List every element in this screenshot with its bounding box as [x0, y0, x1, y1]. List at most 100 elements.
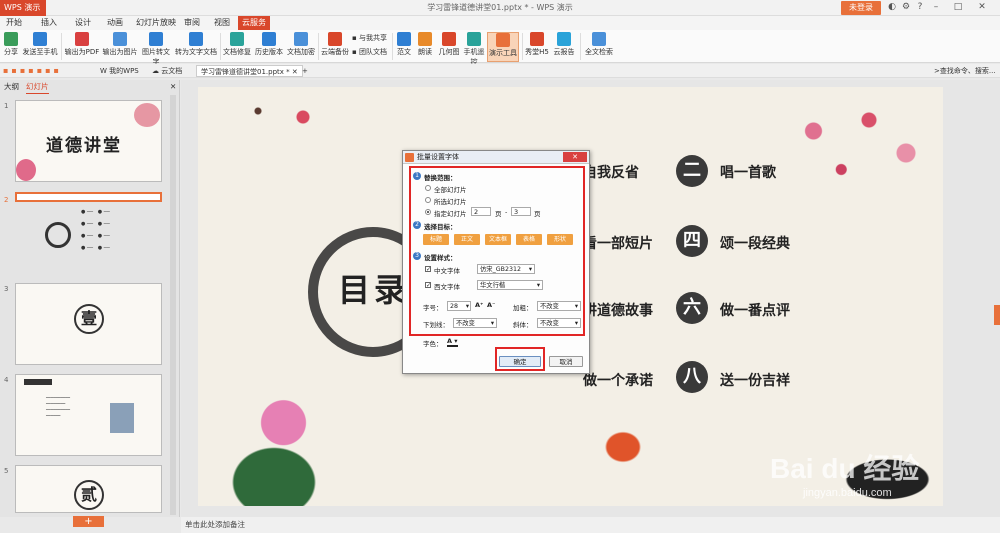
slide-thumbnail-2[interactable]: ● ── ● ── ● ── ● ── ● ── ● ── ● ── ● ──	[15, 192, 162, 251]
team-docs-button[interactable]: ▪ 团队文档	[352, 47, 392, 57]
cloud-report-button[interactable]: 云报告	[551, 32, 577, 62]
cn-font-checkbox[interactable]: ✓	[425, 266, 431, 273]
tab-home[interactable]: 开始	[4, 16, 24, 30]
template-button[interactable]: 范文	[394, 32, 414, 62]
range-from-input[interactable]: 2	[471, 207, 491, 216]
bold-select[interactable]: 不改变 ▾	[537, 301, 581, 311]
side-panel-toggle[interactable]	[994, 305, 1000, 325]
toc-item-6[interactable]: 做一番点评	[720, 300, 790, 320]
font-size-select[interactable]: 28 ▾	[447, 301, 471, 311]
target-shape-button[interactable]: 形状	[547, 234, 573, 245]
phone-remote-button[interactable]: 手机遥控	[462, 32, 486, 66]
outline-tab[interactable]: 大纲	[4, 80, 19, 93]
slide-thumbnail-3[interactable]: 壹	[15, 283, 162, 365]
shared-with-me-button[interactable]: ▪ 与我共享	[352, 33, 392, 43]
read-aloud-button[interactable]: 朗读	[415, 32, 435, 62]
slide-thumbnail-5[interactable]: 贰	[15, 465, 162, 513]
toc-item-8[interactable]: 送一份吉祥	[720, 370, 790, 390]
toc-item-4[interactable]: 颂一段经典	[720, 233, 790, 253]
share-button[interactable]: 分享	[2, 32, 20, 62]
west-font-select[interactable]: 华文行楷 ▾	[477, 280, 543, 290]
font-size-label: 字号：	[423, 304, 443, 312]
font-color-picker[interactable]: A ▾	[447, 337, 458, 347]
ok-button[interactable]: 确定	[499, 356, 541, 367]
slide-thumbnail-4[interactable]: ━━━━━━━━━━ ━━━━━━━━ ━━━━━━━━━━ ━━━━━━	[15, 374, 162, 456]
thumb-numeral: 贰	[74, 480, 104, 510]
send-to-phone-button[interactable]: 发送至手机	[22, 32, 58, 62]
section-style-label: 设置样式：	[424, 254, 457, 262]
maximize-icon[interactable]: □	[952, 1, 964, 13]
cn-font-select[interactable]: 仿宋_GB2312 ▾	[477, 264, 535, 274]
ribbon-divider	[522, 33, 523, 60]
close-panel-icon[interactable]: ✕	[170, 80, 176, 93]
italic-select[interactable]: 不改变 ▾	[537, 318, 581, 328]
thumb-numeral: 壹	[74, 304, 104, 334]
xiutang-h5-button[interactable]: 秀堂H5	[525, 32, 549, 62]
slide-thumbnail-1[interactable]: 道德讲堂	[15, 100, 162, 182]
quick-access-icons[interactable]: ▪▪▪▪▪▪▪	[3, 66, 83, 76]
increase-font-icon[interactable]: A⁺	[475, 301, 483, 309]
tab-design[interactable]: 设计	[72, 16, 94, 30]
full-text-search-button[interactable]: 全文检索	[584, 32, 614, 62]
thumb-number: 1	[4, 102, 9, 110]
tab-slideshow[interactable]: 幻灯片放映	[133, 16, 179, 30]
tab-review[interactable]: 审阅	[181, 16, 203, 30]
decrease-font-icon[interactable]: A⁻	[487, 301, 495, 309]
radio-selected-slides[interactable]	[425, 197, 431, 203]
target-table-button[interactable]: 表格	[516, 234, 542, 245]
login-button[interactable]: 未登录	[841, 1, 881, 15]
doc-tab-cloud-docs[interactable]: ☁ 云文档	[148, 65, 186, 77]
presentation-tools-button[interactable]: 演示工具	[487, 32, 519, 62]
skin-icon[interactable]: ◐	[886, 1, 898, 13]
doc-tab-my-wps[interactable]: W 我的WPS	[96, 65, 143, 77]
doc-encrypt-button[interactable]: 文档加密	[286, 32, 316, 62]
cloud-backup-button[interactable]: 云端备份	[320, 32, 350, 62]
thumb-scrollbar[interactable]	[170, 95, 176, 515]
underline-label: 下划线：	[423, 321, 449, 329]
range-to-input[interactable]: 3	[511, 207, 531, 216]
add-slide-button[interactable]: +	[73, 516, 104, 527]
lotus-decoration	[198, 387, 388, 506]
image-to-text-button[interactable]: 图片转文字	[140, 32, 172, 66]
tab-insert[interactable]: 插入	[38, 16, 60, 30]
tab-cloud-service[interactable]: 云服务	[238, 16, 270, 30]
command-search-input[interactable]: >查找命令、搜索...	[930, 65, 1000, 77]
underline-select[interactable]: 不改变 ▾	[453, 318, 497, 328]
target-textbox-button[interactable]: 文本框	[485, 234, 511, 245]
history-version-button[interactable]: 历史版本	[254, 32, 284, 62]
notes-bar[interactable]: 单击此处添加备注	[181, 517, 1000, 533]
radio-range-slides[interactable]	[425, 209, 431, 215]
doc-tab-cloud-docs-label: 云文档	[161, 67, 183, 75]
dialog-close-icon[interactable]: ✕	[563, 152, 587, 162]
doc-tab-active[interactable]: 学习雷锋道德讲堂01.pptx * ✕	[196, 65, 303, 77]
target-title-button[interactable]: 标题	[423, 234, 449, 245]
new-tab-button[interactable]: +	[298, 65, 312, 77]
slide-title[interactable]: 目录	[338, 265, 410, 311]
tab-animation[interactable]: 动画	[104, 16, 126, 30]
toc-item-5[interactable]: 讲道德故事	[583, 300, 653, 320]
tab-view[interactable]: 视图	[211, 16, 233, 30]
app-menu-button[interactable]: WPS 演示 ▾	[0, 0, 46, 28]
toc-item-3[interactable]: 看一部短片	[583, 233, 653, 253]
west-font-checkbox[interactable]: ✓	[425, 282, 431, 289]
doc-repair-button[interactable]: 文档修复	[222, 32, 252, 62]
cancel-button[interactable]: 取消	[549, 356, 583, 367]
to-text-doc-button[interactable]: 转为文字文档	[174, 32, 218, 62]
help-icon[interactable]: ?	[914, 1, 926, 13]
export-pdf-button[interactable]: 输出为PDF	[64, 32, 100, 62]
toc-item-2[interactable]: 唱一首歌	[720, 162, 776, 182]
thumb-title: 道德讲堂	[46, 136, 122, 156]
geometry-button[interactable]: 几何图	[436, 32, 462, 62]
radio-all-slides[interactable]	[425, 185, 431, 191]
close-icon[interactable]: ✕	[976, 1, 988, 13]
target-body-button[interactable]: 正文	[454, 234, 480, 245]
history-icon	[262, 32, 276, 46]
settings-icon[interactable]: ⚙	[900, 1, 912, 13]
export-image-button[interactable]: 输出为图片	[102, 32, 138, 62]
image-icon	[113, 32, 127, 46]
toc-item-1[interactable]: 自我反省	[583, 162, 639, 182]
minimize-icon[interactable]: –	[930, 1, 942, 13]
chevron-down-icon: ▾	[536, 282, 540, 289]
slides-tab[interactable]: 幻灯片	[26, 80, 49, 94]
toc-item-7[interactable]: 做一个承诺	[583, 370, 653, 390]
